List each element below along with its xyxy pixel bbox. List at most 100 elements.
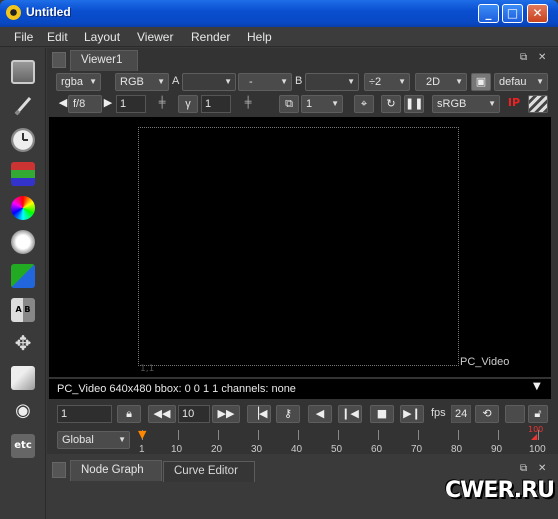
menu-bar: File Edit Layout Viewer Render Help bbox=[0, 27, 558, 47]
menu-edit[interactable]: Edit bbox=[47, 30, 68, 44]
first-frame-icon[interactable]: ▕◀ bbox=[247, 405, 271, 423]
gain-field[interactable]: 1 bbox=[116, 95, 146, 113]
timeline-tick-label: 50 bbox=[331, 444, 343, 455]
channels-dropdown[interactable]: rgba ▼ bbox=[56, 73, 101, 91]
range-mode-dropdown[interactable]: Global ▼ bbox=[57, 431, 130, 449]
increment-field[interactable]: 10 bbox=[178, 405, 210, 423]
input-b-label: B bbox=[295, 75, 303, 87]
timeline-tick-label: 10 bbox=[171, 444, 183, 455]
timeline-tick-label: 100 bbox=[529, 444, 546, 455]
gamma-field[interactable]: 1 bbox=[201, 95, 231, 113]
timeline-tick-label: 60 bbox=[371, 444, 383, 455]
timeline-tick-label: 70 bbox=[411, 444, 423, 455]
filter-icon[interactable] bbox=[11, 230, 35, 254]
camera-icon[interactable]: ▣ bbox=[471, 73, 491, 91]
refresh-icon[interactable]: ↻ bbox=[381, 95, 401, 113]
proxy-icon[interactable]: ⧉ bbox=[279, 95, 299, 113]
timeline-tick-label: 30 bbox=[251, 444, 263, 455]
menu-layout[interactable]: Layout bbox=[84, 30, 120, 44]
maximize-button[interactable]: □ bbox=[502, 4, 523, 23]
timeline-tick bbox=[378, 430, 379, 440]
fstop-field[interactable]: f/8 bbox=[68, 95, 102, 113]
3d-icon[interactable] bbox=[11, 366, 35, 390]
clock-icon[interactable] bbox=[11, 128, 35, 152]
format-label: PC_Video bbox=[460, 356, 510, 368]
channel-icon[interactable] bbox=[11, 162, 35, 186]
pause-icon[interactable]: ❚❚ bbox=[404, 95, 424, 113]
input-a-dropdown[interactable]: ▼ bbox=[182, 73, 236, 91]
watermark-logo: CWER.RU bbox=[445, 478, 555, 503]
input-a-label: A bbox=[172, 75, 180, 87]
menu-render[interactable]: Render bbox=[191, 30, 230, 44]
brush-icon[interactable] bbox=[11, 94, 35, 118]
bottom-panel-menu-handle[interactable] bbox=[52, 462, 66, 478]
timeline-tick bbox=[458, 430, 459, 440]
step-back-increment-icon[interactable]: ◀◀ bbox=[148, 405, 176, 423]
fps-label: fps bbox=[431, 407, 446, 419]
fps-field[interactable]: 24 bbox=[451, 405, 471, 423]
viewer-info-text: PC_Video 640x480 bbox: 0 0 1 1 channels:… bbox=[57, 383, 296, 395]
clip-warning-icon[interactable] bbox=[528, 95, 548, 113]
play-backward-icon[interactable]: ◀ bbox=[308, 405, 332, 423]
out-point-marker-icon[interactable]: ◢ bbox=[531, 432, 537, 441]
playhead-marker-icon[interactable]: ▼ bbox=[138, 428, 146, 441]
timeline-tick bbox=[178, 430, 179, 440]
info-expand-icon[interactable]: ▼ bbox=[533, 381, 541, 392]
timeline-tick bbox=[258, 430, 259, 440]
timeline-tick bbox=[498, 430, 499, 440]
input-b-dropdown[interactable]: ▼ bbox=[305, 73, 359, 91]
timeline-tick bbox=[298, 430, 299, 440]
color-wheel-icon[interactable] bbox=[11, 196, 35, 220]
proxy-dropdown[interactable]: 1 ▼ bbox=[301, 95, 343, 113]
frame-field[interactable]: 1 bbox=[57, 405, 112, 423]
format-bounds bbox=[138, 127, 459, 366]
panel-menu-handle[interactable] bbox=[52, 52, 66, 68]
other-icon[interactable]: etc bbox=[11, 434, 35, 458]
fstop-increase-icon[interactable]: ▶ bbox=[102, 95, 114, 113]
merge-icon[interactable]: A B bbox=[11, 298, 35, 322]
menu-file[interactable]: File bbox=[14, 30, 33, 44]
range-toggle-icon[interactable] bbox=[505, 405, 525, 423]
channel-set-dropdown[interactable]: RGB ▼ bbox=[115, 73, 169, 91]
tab-node-graph[interactable]: Node Graph bbox=[70, 460, 162, 481]
downscale-dropdown[interactable]: ÷2 ▼ bbox=[364, 73, 410, 91]
close-panel-icon[interactable]: ✕ bbox=[538, 52, 546, 63]
window-title-bar[interactable]: Untitled _ □ ✕ bbox=[0, 0, 558, 27]
loop-icon[interactable]: ⟲ bbox=[475, 405, 499, 423]
timeline-tick bbox=[418, 430, 419, 440]
gamma-slider-icon[interactable]: ╪ bbox=[236, 95, 260, 113]
lock-range-icon[interactable]: 🔓︎ bbox=[528, 405, 548, 423]
next-frame-icon[interactable]: ▶❙ bbox=[400, 405, 424, 423]
view-mode-dropdown[interactable]: 2D ▼ bbox=[415, 73, 467, 91]
viewer-info-bar: PC_Video 640x480 bbox: 0 0 1 1 channels:… bbox=[49, 379, 551, 399]
float-panel-icon[interactable]: ⧉ bbox=[520, 52, 527, 63]
tab-viewer1[interactable]: Viewer1 bbox=[70, 50, 138, 71]
minimize-button[interactable]: _ bbox=[478, 4, 499, 23]
image-icon[interactable] bbox=[11, 60, 35, 84]
keyer-icon[interactable] bbox=[11, 264, 35, 288]
window-title: Untitled bbox=[26, 5, 71, 19]
gain-slider-icon[interactable]: ╪ bbox=[150, 95, 174, 113]
close-button[interactable]: ✕ bbox=[527, 4, 548, 23]
lut-dropdown[interactable]: defau ▼ bbox=[494, 73, 548, 91]
menu-viewer[interactable]: Viewer bbox=[137, 30, 173, 44]
timeline-tick-label: 80 bbox=[451, 444, 463, 455]
gamma-label: γ bbox=[178, 95, 198, 113]
menu-help[interactable]: Help bbox=[247, 30, 272, 44]
timeline-tick-label: 90 bbox=[491, 444, 503, 455]
tab-curve-editor[interactable]: Curve Editor bbox=[163, 461, 255, 482]
input-a-op-dropdown[interactable]: - ▼ bbox=[238, 73, 292, 91]
colorspace-dropdown[interactable]: sRGB ▼ bbox=[432, 95, 500, 113]
roi-icon[interactable]: ⌖ bbox=[354, 95, 374, 113]
transform-icon[interactable]: ✥ bbox=[11, 332, 35, 356]
prev-frame-icon[interactable]: ❙◀ bbox=[338, 405, 362, 423]
bottom-float-panel-icon[interactable]: ⧉ bbox=[520, 463, 527, 474]
input-process-button[interactable]: IP bbox=[504, 95, 524, 113]
lock-icon[interactable]: 🔒︎ bbox=[117, 405, 141, 423]
view-icon[interactable]: ◉ bbox=[11, 400, 35, 424]
bottom-close-panel-icon[interactable]: ✕ bbox=[538, 463, 546, 474]
step-forward-increment-icon[interactable]: ▶▶ bbox=[212, 405, 240, 423]
timeline-ruler[interactable]: 1 10 20 30 40 50 60 70 80 90 100 ▼ 100 ◢ bbox=[136, 425, 546, 455]
stop-icon[interactable]: ■ bbox=[370, 405, 394, 423]
prev-keyframe-icon[interactable]: ⚷ bbox=[276, 405, 300, 423]
